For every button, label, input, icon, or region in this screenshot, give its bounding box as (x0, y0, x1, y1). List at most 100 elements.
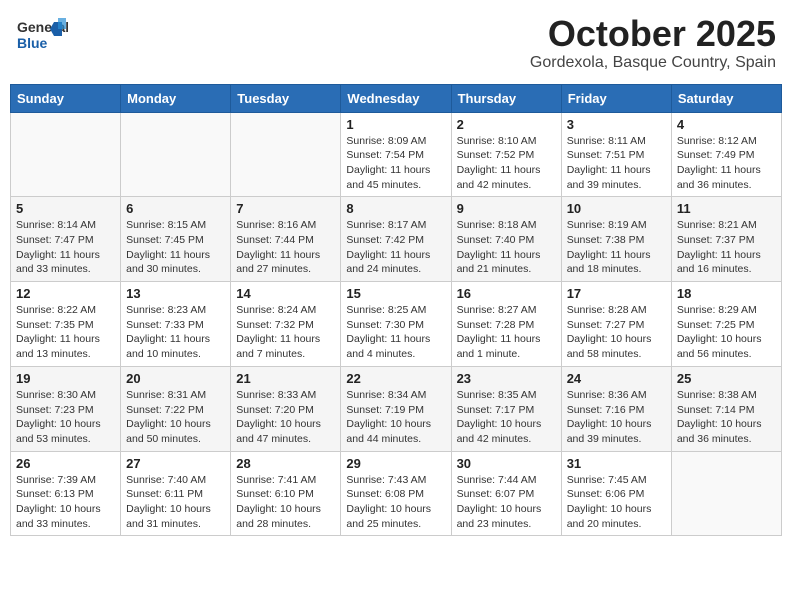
day-number: 28 (236, 456, 335, 471)
day-cell: 1 Sunrise: 8:09 AM Sunset: 7:54 PM Daylig… (341, 112, 451, 197)
day-number: 25 (677, 371, 776, 386)
day-number: 7 (236, 201, 335, 216)
day-info: Sunrise: 8:25 AM Sunset: 7:30 PM Dayligh… (346, 303, 445, 362)
day-cell: 12 Sunrise: 8:22 AM Sunset: 7:35 PM Dayli… (11, 282, 121, 367)
day-cell: 31 Sunrise: 7:45 AM Sunset: 6:06 PM Dayli… (561, 451, 671, 536)
day-cell (231, 112, 341, 197)
weekday-header-monday: Monday (121, 84, 231, 112)
day-info: Sunrise: 8:23 AM Sunset: 7:33 PM Dayligh… (126, 303, 225, 362)
day-info: Sunrise: 8:18 AM Sunset: 7:40 PM Dayligh… (457, 218, 556, 277)
location-title: Gordexola, Basque Country, Spain (530, 54, 776, 72)
day-info: Sunrise: 8:38 AM Sunset: 7:14 PM Dayligh… (677, 388, 776, 447)
week-row-2: 5Sunrise: 8:14 AM Sunset: 7:47 PM Daylig… (11, 197, 782, 282)
day-info: Sunrise: 8:34 AM Sunset: 7:19 PM Dayligh… (346, 388, 445, 447)
day-number: 22 (346, 371, 445, 386)
logo: General Blue (16, 14, 70, 58)
week-row-3: 12 Sunrise: 8:22 AM Sunset: 7:35 PM Dayli… (11, 282, 782, 367)
day-info: Sunrise: 7:45 AM Sunset: 6:06 PM Dayligh… (567, 473, 666, 532)
day-number: 12 (16, 286, 115, 301)
day-cell: 27 Sunrise: 7:40 AM Sunset: 6:11 PM Dayli… (121, 451, 231, 536)
day-info: Sunrise: 8:36 AM Sunset: 7:16 PM Dayligh… (567, 388, 666, 447)
day-number: 31 (567, 456, 666, 471)
day-number: 13 (126, 286, 225, 301)
day-cell: 23 Sunrise: 8:35 AM Sunset: 7:17 PM Dayli… (451, 366, 561, 451)
day-cell: 2 Sunrise: 8:10 AM Sunset: 7:52 PM Daylig… (451, 112, 561, 197)
day-number: 3 (567, 117, 666, 132)
day-cell: 16Sunrise: 8:27 AM Sunset: 7:28 PM Dayli… (451, 282, 561, 367)
day-info: Sunrise: 7:44 AM Sunset: 6:07 PM Dayligh… (457, 473, 556, 532)
day-cell: 25 Sunrise: 8:38 AM Sunset: 7:14 PM Dayli… (671, 366, 781, 451)
day-info: Sunrise: 8:24 AM Sunset: 7:32 PM Dayligh… (236, 303, 335, 362)
day-info: Sunrise: 8:29 AM Sunset: 7:25 PM Dayligh… (677, 303, 776, 362)
day-cell: 20 Sunrise: 8:31 AM Sunset: 7:22 PM Dayli… (121, 366, 231, 451)
day-cell (11, 112, 121, 197)
day-number: 18 (677, 286, 776, 301)
day-cell: 5Sunrise: 8:14 AM Sunset: 7:47 PM Daylig… (11, 197, 121, 282)
day-cell: 13 Sunrise: 8:23 AM Sunset: 7:33 PM Dayli… (121, 282, 231, 367)
weekday-header-wednesday: Wednesday (341, 84, 451, 112)
day-info: Sunrise: 8:27 AM Sunset: 7:28 PM Dayligh… (457, 303, 556, 362)
week-row-1: 1 Sunrise: 8:09 AM Sunset: 7:54 PM Daylig… (11, 112, 782, 197)
day-cell: 14 Sunrise: 8:24 AM Sunset: 7:32 PM Dayli… (231, 282, 341, 367)
week-row-5: 26 Sunrise: 7:39 AM Sunset: 6:13 PM Dayli… (11, 451, 782, 536)
day-info: Sunrise: 8:17 AM Sunset: 7:42 PM Dayligh… (346, 218, 445, 277)
day-number: 4 (677, 117, 776, 132)
day-cell: 26 Sunrise: 7:39 AM Sunset: 6:13 PM Dayli… (11, 451, 121, 536)
day-number: 2 (457, 117, 556, 132)
day-cell: 15 Sunrise: 8:25 AM Sunset: 7:30 PM Dayli… (341, 282, 451, 367)
day-number: 11 (677, 201, 776, 216)
day-cell: 22 Sunrise: 8:34 AM Sunset: 7:19 PM Dayli… (341, 366, 451, 451)
logo-icon: General Blue (16, 14, 68, 58)
day-number: 8 (346, 201, 445, 216)
day-number: 9 (457, 201, 556, 216)
day-cell: 10Sunrise: 8:19 AM Sunset: 7:38 PM Dayli… (561, 197, 671, 282)
day-cell: 6Sunrise: 8:15 AM Sunset: 7:45 PM Daylig… (121, 197, 231, 282)
day-info: Sunrise: 7:43 AM Sunset: 6:08 PM Dayligh… (346, 473, 445, 532)
day-cell (121, 112, 231, 197)
calendar-table: SundayMondayTuesdayWednesdayThursdayFrid… (10, 84, 782, 537)
day-info: Sunrise: 7:39 AM Sunset: 6:13 PM Dayligh… (16, 473, 115, 532)
day-info: Sunrise: 8:21 AM Sunset: 7:37 PM Dayligh… (677, 218, 776, 277)
day-info: Sunrise: 8:22 AM Sunset: 7:35 PM Dayligh… (16, 303, 115, 362)
day-number: 20 (126, 371, 225, 386)
day-number: 24 (567, 371, 666, 386)
day-number: 15 (346, 286, 445, 301)
day-cell: 3Sunrise: 8:11 AM Sunset: 7:51 PM Daylig… (561, 112, 671, 197)
day-info: Sunrise: 8:09 AM Sunset: 7:54 PM Dayligh… (346, 134, 445, 193)
day-number: 1 (346, 117, 445, 132)
day-cell: 19 Sunrise: 8:30 AM Sunset: 7:23 PM Dayli… (11, 366, 121, 451)
day-number: 14 (236, 286, 335, 301)
day-number: 26 (16, 456, 115, 471)
day-cell: 8 Sunrise: 8:17 AM Sunset: 7:42 PM Daylig… (341, 197, 451, 282)
day-cell: 28Sunrise: 7:41 AM Sunset: 6:10 PM Dayli… (231, 451, 341, 536)
day-number: 6 (126, 201, 225, 216)
day-cell: 18 Sunrise: 8:29 AM Sunset: 7:25 PM Dayli… (671, 282, 781, 367)
weekday-header-friday: Friday (561, 84, 671, 112)
day-info: Sunrise: 8:19 AM Sunset: 7:38 PM Dayligh… (567, 218, 666, 277)
day-cell (671, 451, 781, 536)
day-info: Sunrise: 8:16 AM Sunset: 7:44 PM Dayligh… (236, 218, 335, 277)
day-info: Sunrise: 7:40 AM Sunset: 6:11 PM Dayligh… (126, 473, 225, 532)
day-number: 27 (126, 456, 225, 471)
weekday-header-tuesday: Tuesday (231, 84, 341, 112)
weekday-header-thursday: Thursday (451, 84, 561, 112)
week-row-4: 19 Sunrise: 8:30 AM Sunset: 7:23 PM Dayli… (11, 366, 782, 451)
day-cell: 24 Sunrise: 8:36 AM Sunset: 7:16 PM Dayli… (561, 366, 671, 451)
day-info: Sunrise: 8:35 AM Sunset: 7:17 PM Dayligh… (457, 388, 556, 447)
weekday-header-sunday: Sunday (11, 84, 121, 112)
day-cell: 30Sunrise: 7:44 AM Sunset: 6:07 PM Dayli… (451, 451, 561, 536)
day-info: Sunrise: 8:33 AM Sunset: 7:20 PM Dayligh… (236, 388, 335, 447)
day-cell: 9 Sunrise: 8:18 AM Sunset: 7:40 PM Daylig… (451, 197, 561, 282)
day-number: 23 (457, 371, 556, 386)
day-info: Sunrise: 8:30 AM Sunset: 7:23 PM Dayligh… (16, 388, 115, 447)
day-number: 5 (16, 201, 115, 216)
day-info: Sunrise: 8:31 AM Sunset: 7:22 PM Dayligh… (126, 388, 225, 447)
title-area: October 2025 Gordexola, Basque Country, … (530, 14, 776, 72)
day-cell: 4 Sunrise: 8:12 AM Sunset: 7:49 PM Daylig… (671, 112, 781, 197)
weekday-header-saturday: Saturday (671, 84, 781, 112)
month-title: October 2025 (530, 14, 776, 54)
day-number: 19 (16, 371, 115, 386)
day-cell: 7 Sunrise: 8:16 AM Sunset: 7:44 PM Daylig… (231, 197, 341, 282)
day-info: Sunrise: 8:10 AM Sunset: 7:52 PM Dayligh… (457, 134, 556, 193)
day-info: Sunrise: 8:12 AM Sunset: 7:49 PM Dayligh… (677, 134, 776, 193)
